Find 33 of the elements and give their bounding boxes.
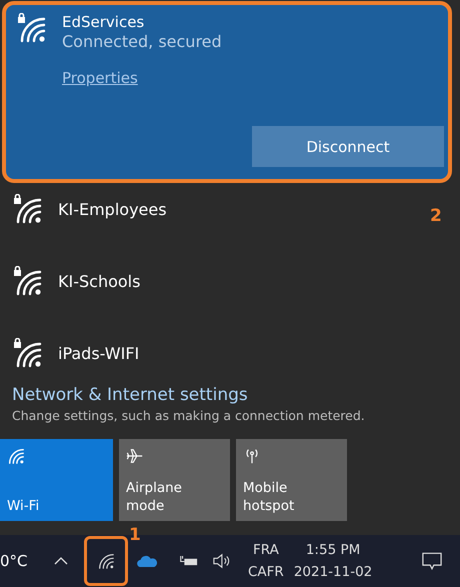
network-item[interactable]: KI-Schools — [12, 261, 140, 301]
connection-status: Connected, secured — [62, 31, 222, 53]
quick-action-tile[interactable]: Wi-Fi — [0, 439, 113, 521]
connected-network-card[interactable]: EdServices Connected, secured Properties Disconnect — [2, 1, 452, 183]
secured-wifi-icon — [12, 338, 42, 368]
properties-link[interactable]: Properties — [62, 69, 138, 87]
speaker-icon[interactable] — [212, 553, 230, 569]
network-name: EdServices — [62, 13, 146, 31]
network-name: KI-Employees — [58, 200, 167, 218]
airplane-icon — [126, 447, 144, 465]
chevron-up-icon[interactable] — [54, 556, 68, 566]
secured-wifi-icon — [16, 13, 46, 43]
network-name: iPads-WIFI — [58, 344, 140, 362]
network-item[interactable]: iPads-WIFI — [12, 333, 140, 373]
secured-wifi-icon — [12, 194, 42, 224]
wifi-icon — [97, 552, 115, 570]
network-item[interactable]: KI-Employees — [12, 189, 167, 229]
notification-icon[interactable] — [422, 552, 442, 570]
disconnect-button[interactable]: Disconnect — [252, 126, 444, 167]
network-name: KI-Schools — [58, 272, 140, 290]
language-indicator[interactable]: FRA CAFR — [248, 539, 284, 583]
temperature: 0°C — [0, 552, 29, 570]
quick-action-tile[interactable]: Airplane mode — [119, 439, 230, 521]
cloud-icon[interactable] — [136, 554, 158, 568]
wifi-icon — [7, 447, 25, 465]
quick-action-tile[interactable]: Mobile hotspot — [236, 439, 347, 521]
callout-number: 2 — [430, 206, 442, 226]
clock[interactable]: 1:55 PM 2021-11-02 — [294, 539, 372, 583]
secured-wifi-icon — [12, 266, 42, 296]
power-plug-icon[interactable] — [178, 554, 198, 568]
settings-description: Change settings, such as making a connection metered. — [12, 408, 365, 423]
callout-number: 1 — [129, 525, 141, 545]
settings-link[interactable]: Network & Internet settings — [12, 385, 248, 405]
